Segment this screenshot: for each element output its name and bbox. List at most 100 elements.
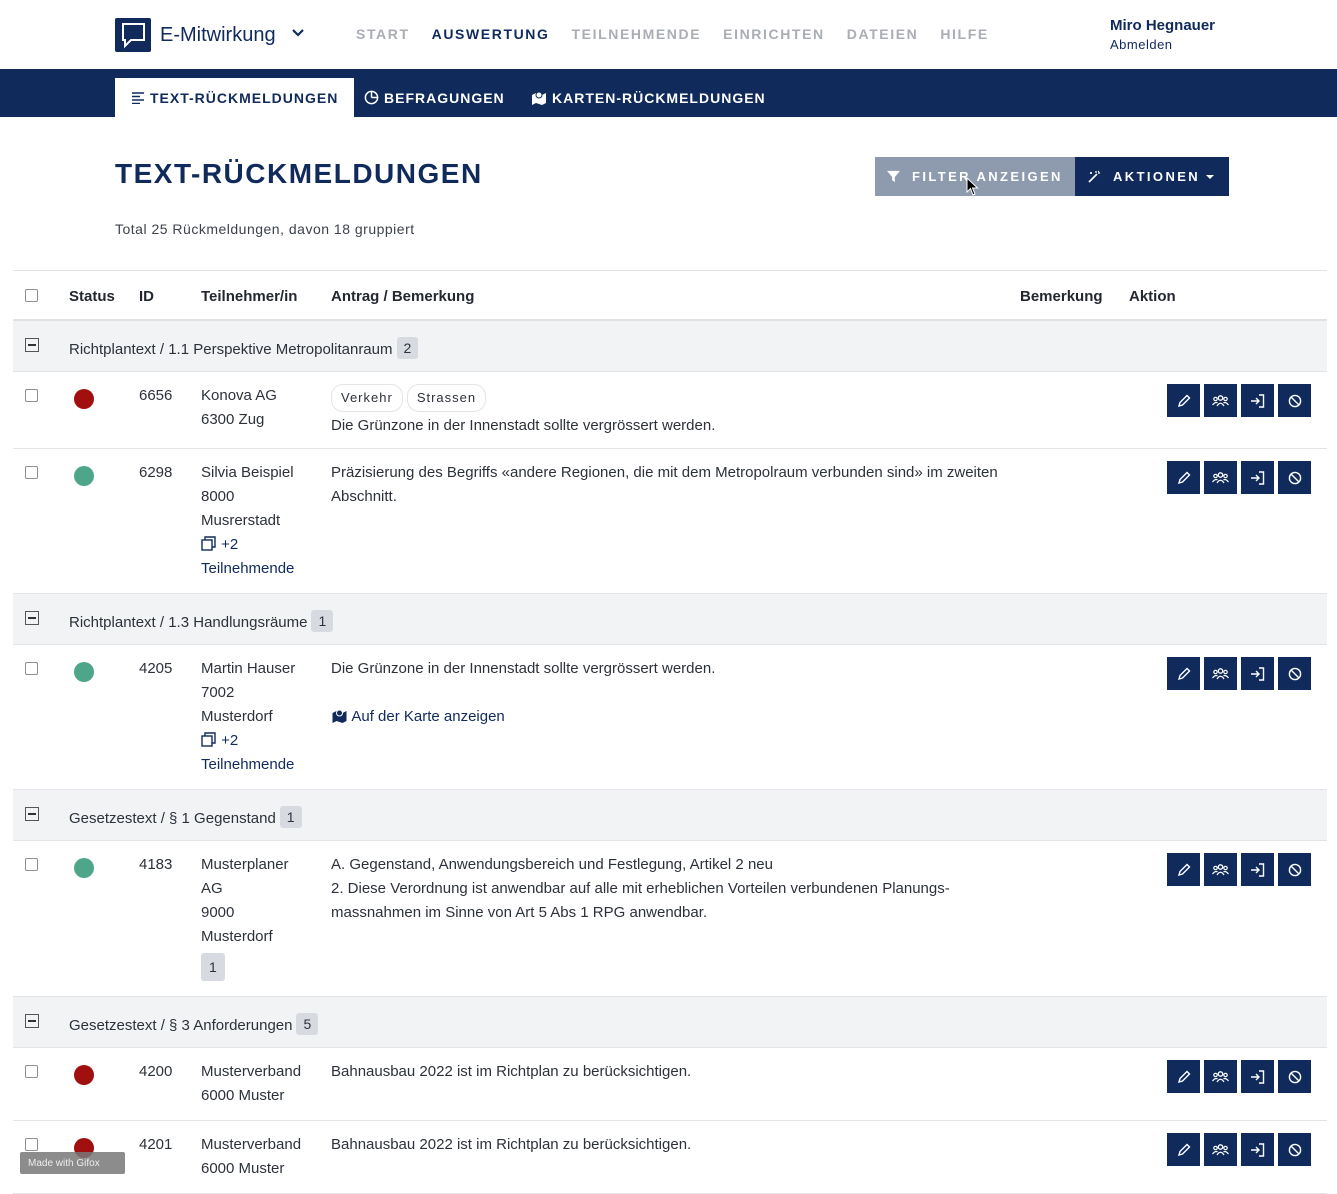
col-remark[interactable]: Bemerkung <box>1020 288 1103 305</box>
group-row: Gesetzestext / § 3 Anforderungen 5 <box>13 997 1327 1048</box>
sign-in-icon <box>1251 1142 1265 1157</box>
nav-hilfe[interactable]: HILFE <box>940 26 988 42</box>
map-marker-icon <box>332 709 347 723</box>
app-logo[interactable] <box>115 18 151 52</box>
assign-button[interactable] <box>1241 853 1274 886</box>
collapse-group-icon[interactable] <box>25 338 39 352</box>
nav-dateien[interactable]: DATEIEN <box>847 26 919 42</box>
users-icon <box>1212 1070 1229 1082</box>
actions-dropdown-button[interactable]: AKTIONEN <box>1075 157 1229 196</box>
assign-button[interactable] <box>1241 1060 1274 1093</box>
chevron-down-icon[interactable] <box>291 26 305 45</box>
tab-surveys[interactable]: BEFRAGUNGEN <box>364 78 505 117</box>
group-count: 2 <box>396 337 419 359</box>
ban-icon <box>1288 394 1301 407</box>
collapse-group-icon[interactable] <box>25 1014 39 1028</box>
edit-button[interactable] <box>1167 461 1200 494</box>
group-users-button[interactable] <box>1204 1060 1237 1093</box>
col-request[interactable]: Antrag / Bemerkung <box>331 288 474 305</box>
table-row: 6298 Silvia Beispiel 8000 Musrerstadt +2 T… <box>13 449 1327 594</box>
sign-in-icon <box>1251 666 1265 681</box>
group-users-button[interactable] <box>1204 657 1237 690</box>
logout-link[interactable]: Abmelden <box>1110 37 1215 52</box>
row-checkbox[interactable] <box>25 466 38 479</box>
assign-button[interactable] <box>1241 461 1274 494</box>
row-id: 6656 <box>139 387 173 404</box>
request-cell: A. Gegenstand, Anwendungsbereich und Fes… <box>331 856 950 921</box>
collapse-group-icon[interactable] <box>25 611 39 625</box>
row-actions <box>1167 1060 1311 1093</box>
group-count: 1 <box>279 806 302 828</box>
row-id: 4201 <box>139 1136 173 1153</box>
row-id: 6298 <box>139 464 173 481</box>
table-row: 4201 Musterverband 6000 Muster Bahnausbau… <box>13 1121 1327 1194</box>
nav-teilnehmende[interactable]: TEILNEHMENDE <box>572 26 702 42</box>
group-users-button[interactable] <box>1204 461 1237 494</box>
select-all-checkbox[interactable] <box>25 289 38 302</box>
participant-cell: Silvia Beispiel 8000 Musrerstadt +2 Teilne… <box>201 461 321 581</box>
group-users-button[interactable] <box>1204 384 1237 417</box>
row-checkbox[interactable] <box>25 662 38 675</box>
assign-button[interactable] <box>1241 384 1274 417</box>
more-participants-link[interactable]: +2 <box>201 729 321 753</box>
reject-button[interactable] <box>1278 853 1311 886</box>
group-row: Gesetzestext / § 1 Gegenstand 1 <box>13 790 1327 841</box>
group-users-button[interactable] <box>1204 1133 1237 1166</box>
tab-text-feedback[interactable]: TEXT-RÜCKMELDUNGEN <box>115 78 355 117</box>
edit-button[interactable] <box>1167 1133 1200 1166</box>
tab-map-feedback[interactable]: KARTEN-RÜCKMELDUNGEN <box>531 78 766 117</box>
group-users-button[interactable] <box>1204 853 1237 886</box>
app-brand[interactable]: E-Mitwirkung <box>160 24 276 47</box>
reject-button[interactable] <box>1278 1060 1311 1093</box>
edit-button[interactable] <box>1167 384 1200 417</box>
more-participants-link[interactable]: +2 <box>201 533 321 557</box>
user-name: Miro Hegnauer <box>1110 17 1216 34</box>
row-actions <box>1167 657 1311 690</box>
col-status[interactable]: Status <box>69 288 115 305</box>
nav-start[interactable]: START <box>356 26 410 42</box>
table-header: Status ID Teilnehmer/in Antrag / Bemerku… <box>13 270 1327 321</box>
sign-in-icon <box>1251 1069 1265 1084</box>
reject-button[interactable] <box>1278 1133 1311 1166</box>
ban-icon <box>1288 863 1301 876</box>
assign-button[interactable] <box>1241 657 1274 690</box>
sign-in-icon <box>1251 470 1265 485</box>
collapse-group-icon[interactable] <box>25 807 39 821</box>
participant-cell: Musterverband 6000 Muster <box>201 1136 302 1177</box>
tab-label: TEXT-RÜCKMELDUNGEN <box>150 89 339 106</box>
tag[interactable]: Strassen <box>406 384 487 412</box>
edit-button[interactable] <box>1167 1060 1200 1093</box>
request-cell: Verkehr Strassen Die Grünzone in der Inne… <box>331 384 1001 438</box>
nav-einrichten[interactable]: EINRICHTEN <box>723 26 825 42</box>
more-participants-label[interactable]: Teilnehmende <box>201 753 321 777</box>
edit-button[interactable] <box>1167 657 1200 690</box>
sub-nav: TEXT-RÜCKMELDUNGEN BEFRAGUNGEN KARTEN-RÜ… <box>0 69 1337 117</box>
tag[interactable]: Verkehr <box>331 384 403 412</box>
nav-auswertung[interactable]: AUSWERTUNG <box>432 26 550 42</box>
filter-label: FILTER ANZEIGEN <box>912 169 1063 184</box>
row-checkbox[interactable] <box>25 389 38 402</box>
participant-cell: Musterplaner AG 9000 Musterdorf 1 <box>201 853 321 981</box>
col-participant[interactable]: Teilnehmer/in <box>201 288 297 305</box>
pencil-icon <box>1177 863 1190 876</box>
edit-button[interactable] <box>1167 853 1200 886</box>
assign-button[interactable] <box>1241 1133 1274 1166</box>
summary-text: Total 25 Rückmeldungen, davon 18 gruppie… <box>115 221 415 237</box>
more-participants-label[interactable]: Teilnehmende <box>201 557 321 581</box>
table-row: 4205 Martin Hauser 7002 Musterdorf +2 Teil… <box>13 645 1327 790</box>
reject-button[interactable] <box>1278 657 1311 690</box>
magic-wand-icon <box>1088 170 1100 183</box>
col-id[interactable]: ID <box>139 288 154 305</box>
reject-button[interactable] <box>1278 384 1311 417</box>
row-checkbox[interactable] <box>25 1065 38 1078</box>
row-checkbox[interactable] <box>25 1138 38 1151</box>
users-icon <box>1212 471 1229 483</box>
copy-icon <box>201 536 216 551</box>
row-id: 4205 <box>139 660 173 677</box>
pencil-icon <box>1177 1070 1190 1083</box>
ban-icon <box>1288 1070 1301 1083</box>
row-checkbox[interactable] <box>25 858 38 871</box>
mouse-cursor-icon <box>966 177 979 196</box>
show-on-map-link[interactable]: Auf der Karte anzeigen <box>331 705 1001 729</box>
reject-button[interactable] <box>1278 461 1311 494</box>
